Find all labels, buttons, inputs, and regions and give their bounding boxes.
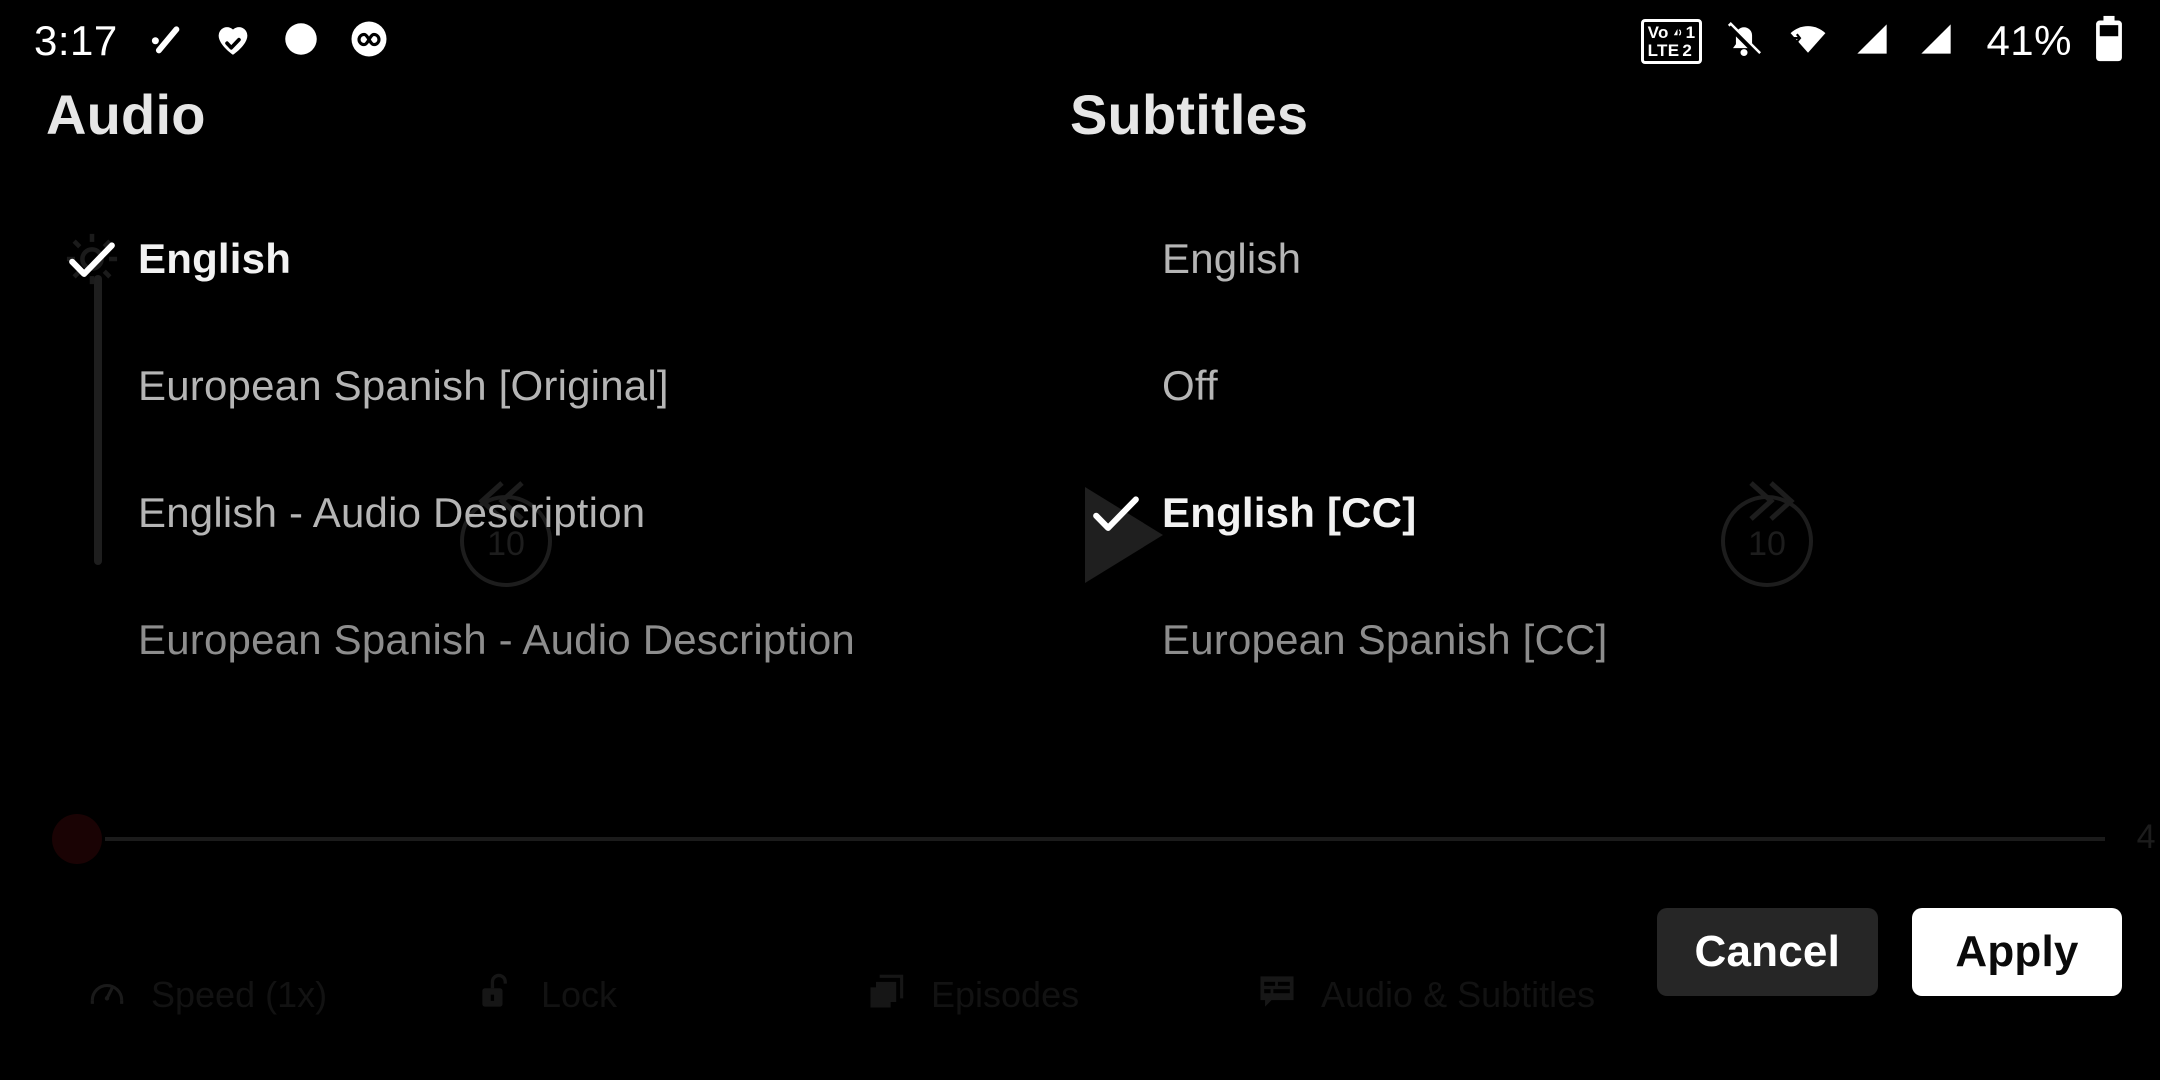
subtitle-option-label: Off — [1162, 361, 1218, 409]
subtitle-option-label: European Spanish [CC] — [1162, 615, 1608, 663]
unlock-padlock-icon — [475, 969, 519, 1022]
action-buttons: Cancel Apply — [1656, 908, 2122, 996]
audio-option-european-spanish-audio-description[interactable]: European Spanish - Audio Description — [46, 576, 1066, 703]
status-bar: 3:17 Vo 1 LTE 2 41% — [0, 0, 2160, 82]
player-control-episodes-label: Episodes — [931, 974, 1080, 1015]
player-control-audio-subtitles-label: Audio & Subtitles — [1321, 974, 1596, 1015]
player-control-lock[interactable]: Lock — [390, 969, 780, 1022]
signal-sim2-icon — [1914, 17, 1958, 66]
player-control-lock-label: Lock — [541, 974, 618, 1015]
episodes-stack-icon — [865, 969, 909, 1022]
subtitle-selected-check-icon — [1088, 485, 1144, 541]
player-control-speed[interactable]: Speed (1x) — [0, 969, 390, 1022]
subtitle-option-european-spanish-cc[interactable]: European Spanish [CC] — [1070, 576, 2090, 703]
wifi-icon — [1786, 17, 1830, 66]
player-control-episodes[interactable]: Episodes — [780, 969, 1170, 1022]
audio-selected-check-icon — [64, 231, 120, 287]
battery-percent-label: 41% — [1986, 17, 2072, 64]
audio-option-label: English - Audio Description — [138, 488, 646, 536]
volte-voice-label: Vo — [1647, 22, 1669, 42]
volte-data-label: LTE — [1647, 40, 1680, 60]
subtitle-option-off[interactable]: Off — [1070, 322, 2090, 449]
volte-dual-sim-icon: Vo 1 LTE 2 — [1640, 18, 1703, 64]
audio-column: Audio English European Spanish [Original… — [46, 82, 1066, 703]
apply-button[interactable]: Apply — [1912, 908, 2122, 996]
circle-dot-icon — [280, 18, 322, 65]
subtitle-option-label: English — [1162, 234, 1302, 282]
subtitles-column-title: Subtitles — [1070, 83, 1309, 146]
speedometer-icon — [85, 969, 129, 1022]
volte-voice-sim: 1 — [1685, 22, 1696, 42]
signal-sim1-icon — [1850, 17, 1894, 66]
status-bar-right: Vo 1 LTE 2 41% — [1640, 15, 2126, 68]
subtitle-option-english-cc[interactable]: English [CC] — [1070, 449, 2090, 576]
notifications-muted-icon — [1722, 17, 1766, 66]
audio-option-english-audio-description[interactable]: English - Audio Description — [46, 449, 1066, 576]
audio-option-english[interactable]: English — [46, 195, 1066, 322]
subtitle-option-english[interactable]: English — [1070, 195, 2090, 322]
selection-panel: Audio English European Spanish [Original… — [0, 82, 2160, 922]
audio-option-list: English European Spanish [Original] Engl… — [46, 195, 1066, 703]
cancel-button[interactable]: Cancel — [1656, 908, 1878, 996]
status-bar-left: 3:17 — [34, 17, 390, 65]
subtitle-option-label: English [CC] — [1162, 488, 1417, 536]
audio-option-label: European Spanish - Audio Description — [138, 615, 855, 663]
video-player-audio-subtitles-overlay: 10 10 4 Speed (1x) Lock Episodes Audio &… — [0, 0, 2160, 1080]
volte-data-sim: 2 — [1682, 40, 1693, 60]
audio-option-european-spanish-original[interactable]: European Spanish [Original] — [46, 322, 1066, 449]
audio-option-label: English — [138, 234, 292, 282]
subtitles-option-list: English Off English [CC] European Spanis… — [1070, 195, 2090, 703]
subtitles-column: Subtitles English Off English [CC] Europ… — [1070, 82, 2090, 703]
infinity-loop-icon — [348, 18, 390, 65]
audio-subtitles-icon — [1255, 969, 1299, 1022]
player-control-speed-label: Speed (1x) — [151, 974, 328, 1015]
audio-column-title: Audio — [46, 83, 206, 146]
status-bar-clock: 3:17 — [34, 17, 118, 64]
heart-health-icon — [212, 18, 254, 65]
player-control-audio-subtitles[interactable]: Audio & Subtitles — [1170, 969, 1595, 1022]
check-activity-icon — [144, 18, 186, 65]
battery-icon — [2092, 15, 2126, 68]
audio-option-label: European Spanish [Original] — [138, 361, 669, 409]
